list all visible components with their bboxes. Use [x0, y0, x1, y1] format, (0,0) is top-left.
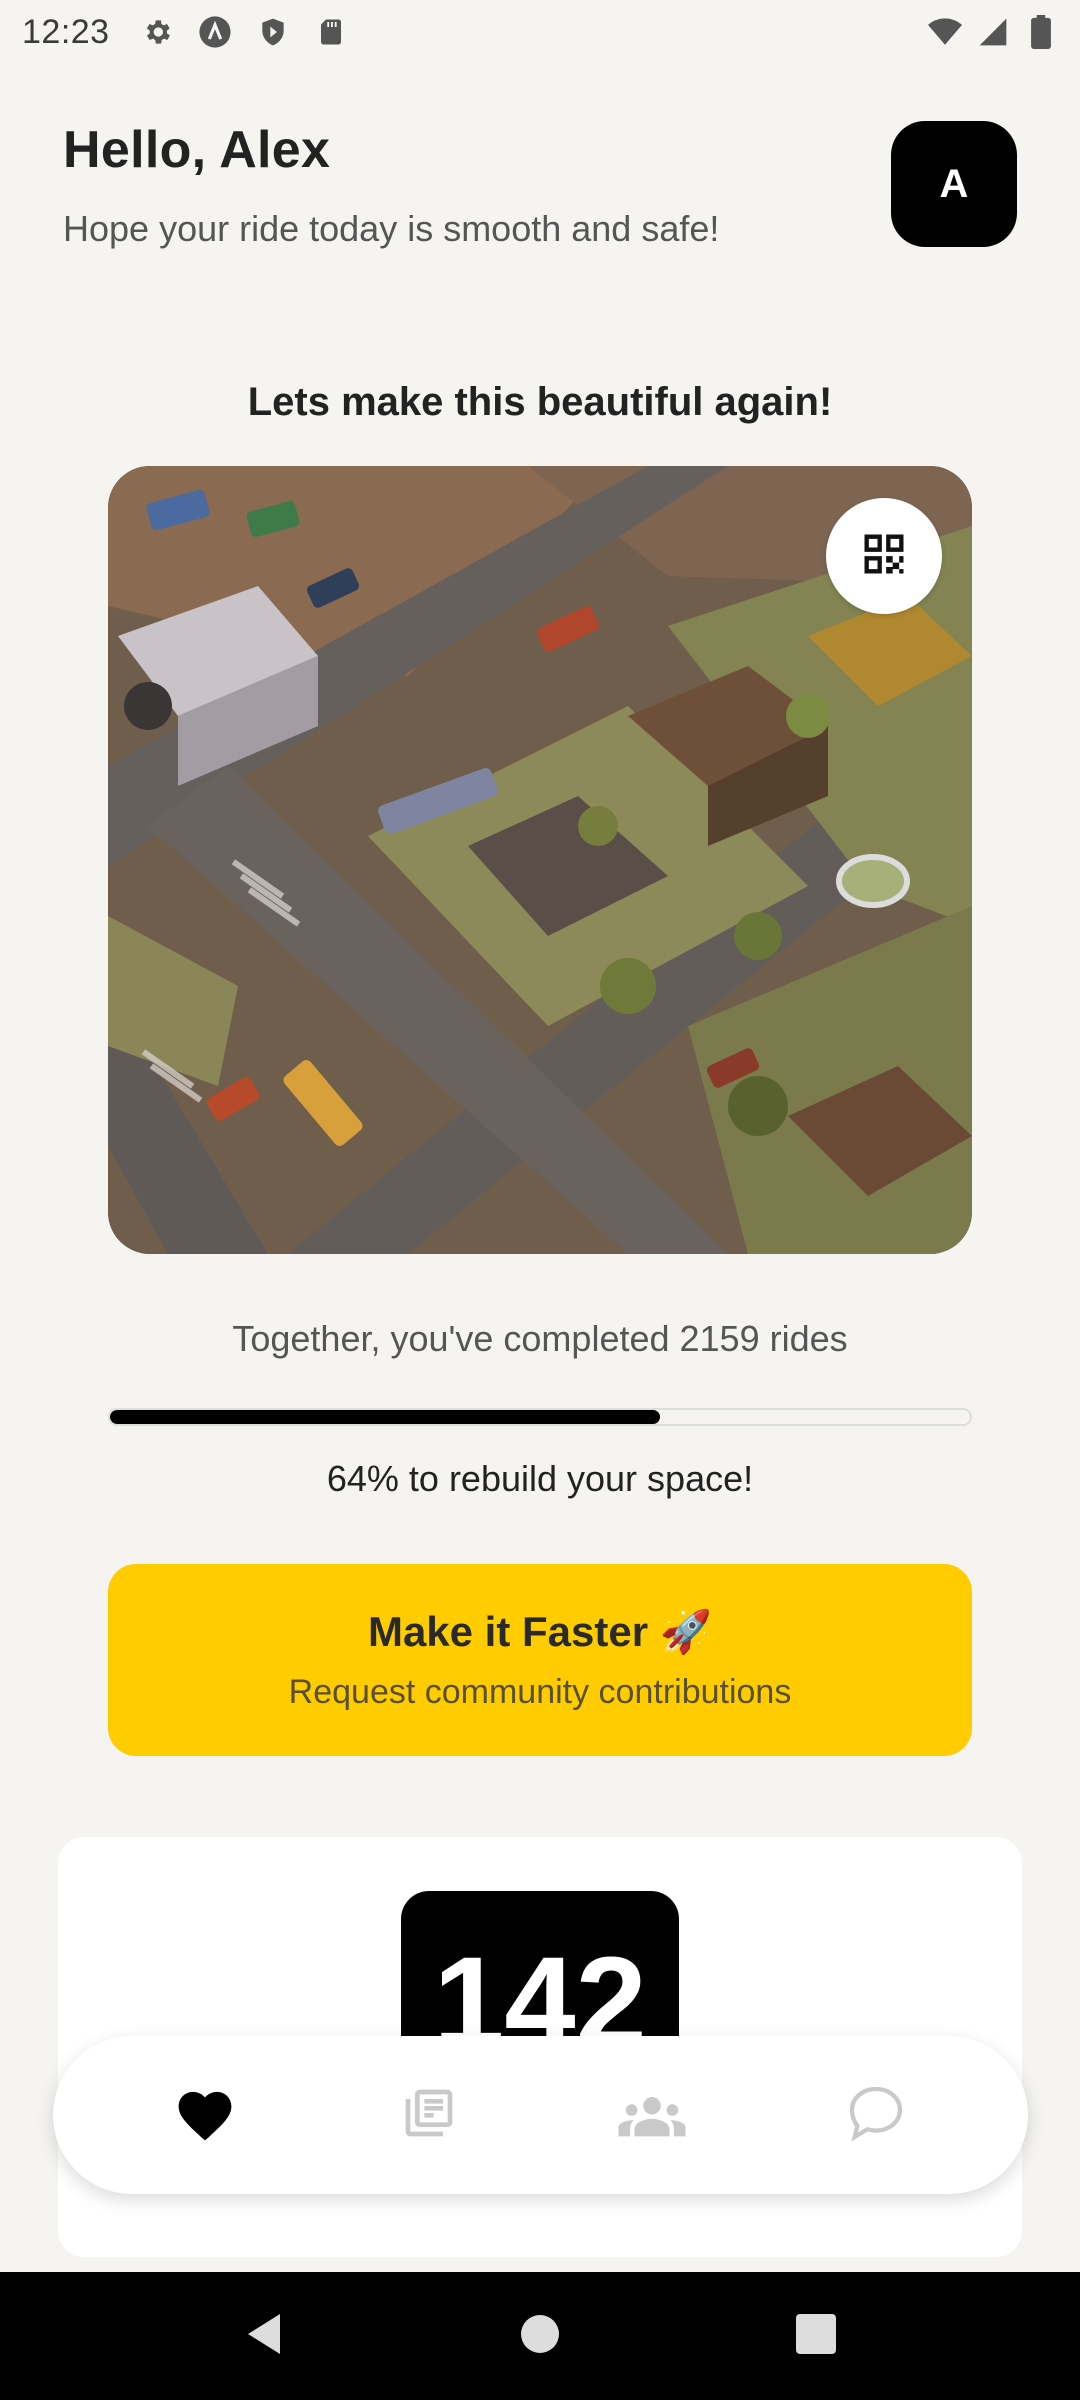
progress-label: 64% to rebuild your space!: [326, 1458, 754, 1499]
count-number: 142: [433, 1931, 647, 2052]
back-triangle-icon: [244, 2312, 284, 2361]
qr-code-button[interactable]: [826, 498, 942, 614]
signal-icon: [976, 15, 1010, 49]
count-box: 142: [401, 1891, 679, 2051]
sd-card-icon: [314, 15, 348, 49]
system-recents-button[interactable]: [786, 2306, 846, 2366]
chat-bubble-icon: [844, 2081, 908, 2150]
a-circle-icon: [198, 15, 232, 49]
greeting-subtitle: Hope your ride today is smooth and safe!: [63, 208, 720, 249]
recents-square-icon: [796, 2313, 836, 2359]
home-circle-icon: [520, 2314, 560, 2359]
heart-icon: [173, 2084, 237, 2147]
collections-icon: [401, 2085, 457, 2146]
shield-play-icon: [256, 15, 290, 49]
wifi-icon: [928, 15, 962, 49]
avatar[interactable]: A: [891, 121, 1017, 247]
bottom-navigation: [53, 2036, 1028, 2194]
make-it-faster-button[interactable]: Make it Faster 🚀 Request community contr…: [108, 1564, 972, 1756]
status-icons-right: [928, 15, 1058, 49]
status-bar: 12:23: [0, 0, 1080, 64]
gear-icon: [140, 15, 174, 49]
system-back-button[interactable]: [234, 2306, 294, 2366]
make-it-faster-title: Make it Faster 🚀: [367, 1608, 713, 1655]
greeting-block: Hello, Alex Hope your ride today is smoo…: [63, 120, 719, 250]
section-title: Lets make this beautiful again!: [247, 380, 833, 424]
rides-completed-text: Together, you've completed 2159 rides: [232, 1318, 848, 1359]
status-icons-left: [140, 15, 348, 49]
rebuild-progress-bar: [108, 1408, 972, 1426]
nav-item-community[interactable]: [592, 2055, 712, 2175]
battery-icon: [1024, 15, 1058, 49]
make-it-faster-subtitle: Request community contributions: [288, 1673, 792, 1711]
system-home-button[interactable]: [510, 2306, 570, 2366]
greeting-title: Hello, Alex: [63, 121, 331, 179]
people-icon: [617, 2088, 687, 2143]
status-time: 12:23: [22, 12, 110, 51]
system-navigation-bar: [0, 2272, 1080, 2400]
nav-item-collections[interactable]: [369, 2055, 489, 2175]
nav-item-favorites[interactable]: [145, 2055, 265, 2175]
rebuild-progress-fill: [110, 1410, 661, 1424]
nav-item-chat[interactable]: [816, 2055, 936, 2175]
qr-code-icon: [858, 528, 910, 585]
